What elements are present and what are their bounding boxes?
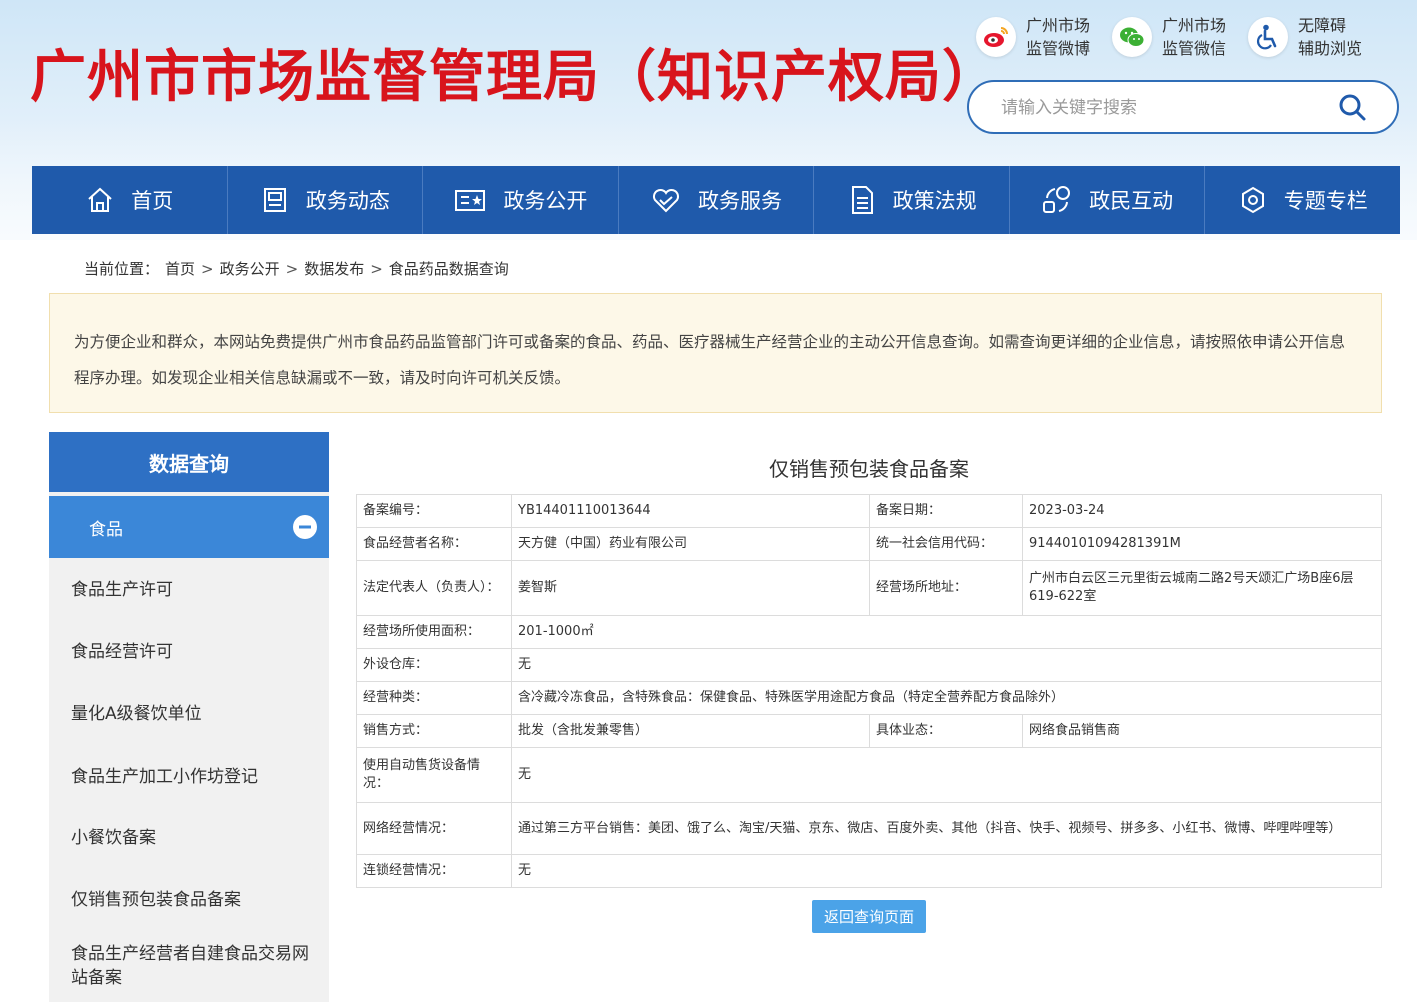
nav-item-public[interactable]: 政务公开 — [423, 166, 619, 234]
category-value: 含冷藏冷冻食品，含特殊食品：保健食品、特殊医学用途配方食品（特定全营养配方食品除… — [511, 681, 1382, 715]
nav-item-special[interactable]: 专题专栏 — [1205, 166, 1400, 234]
breadcrumb-current[interactable]: 食品药品数据查询 — [389, 258, 509, 279]
id-card-icon — [455, 190, 486, 211]
nav-label: 政民互动 — [1089, 189, 1174, 213]
breadcrumb-public[interactable]: 政务公开 — [220, 258, 280, 279]
warehouse-value: 无 — [511, 648, 1382, 682]
credit-code-value: 91440101094281391M — [1022, 527, 1382, 561]
business-type-value: 网络食品销售商 — [1022, 714, 1382, 748]
legal-rep-value: 姜智斯 — [511, 560, 870, 616]
address-value: 广州市白云区三元里街云城南二路2号天颂汇广场B座6层619-622室 — [1022, 560, 1382, 616]
nav-label: 政务服务 — [698, 189, 783, 213]
weibo-label: 广州市场 监管微博 — [1026, 16, 1091, 58]
nav-item-policy[interactable]: 政策法规 — [814, 166, 1010, 234]
heart-icon — [653, 188, 680, 213]
breadcrumb: 当前位置： 首页 > 政务公开 > 数据发布 > 食品药品数据查询 — [84, 258, 509, 279]
gear-icon — [1241, 186, 1264, 214]
nav-item-interaction[interactable]: 政民互动 — [1010, 166, 1206, 234]
nav-label: 首页 — [131, 189, 174, 213]
back-to-query-button[interactable]: 返回查询页面 — [812, 900, 926, 933]
sidebar-item-trading-website[interactable]: 食品生产经营者自建食品交易网站备案 — [71, 942, 311, 990]
nav-label: 政策法规 — [892, 189, 977, 213]
accessibility-icon — [1248, 17, 1288, 57]
address-label: 经营场所地址： — [869, 560, 1023, 616]
category-label: 经营种类： — [356, 681, 512, 715]
breadcrumb-home[interactable]: 首页 — [165, 258, 195, 279]
table-row: 经营场所使用面积： 201-1000㎡ — [356, 615, 1382, 649]
search-input[interactable] — [999, 94, 1323, 122]
breadcrumb-separator: > — [285, 259, 299, 278]
detail-title: 仅销售预包装食品备案 — [769, 457, 969, 481]
area-value: 201-1000㎡ — [511, 615, 1382, 649]
accessibility-link[interactable]: 无障碍 辅助浏览 — [1248, 12, 1374, 62]
sidebar-item-small-catering[interactable]: 小餐饮备案 — [71, 826, 311, 850]
nav-label: 政务动态 — [305, 189, 390, 213]
chain-value: 无 — [511, 854, 1382, 888]
wechat-link[interactable]: 广州市场 监管微信 — [1112, 12, 1238, 62]
sidebar-title: 数据查询 — [49, 432, 329, 492]
vending-value: 无 — [511, 747, 1382, 803]
accessibility-label: 无障碍 辅助浏览 — [1298, 16, 1363, 58]
record-no-label: 备案编号： — [356, 494, 512, 528]
detail-table: 备案编号： YB14401110013644 备案日期： 2023-03-24 … — [356, 494, 1382, 888]
breadcrumb-data[interactable]: 数据发布 — [304, 258, 364, 279]
search-icon[interactable] — [1337, 92, 1367, 122]
table-row: 经营种类： 含冷藏冷冻食品，含特殊食品：保健食品、特殊医学用途配方食品（特定全营… — [356, 681, 1382, 715]
record-no-value: YB14401110013644 — [511, 494, 870, 528]
breadcrumb-prefix: 当前位置： — [84, 260, 160, 278]
sidebar-item-prepackaged[interactable]: 仅销售预包装食品备案 — [71, 888, 311, 912]
operator-name-label: 食品经营者名称： — [356, 527, 512, 561]
warehouse-label: 外设仓库： — [356, 648, 512, 682]
vending-label: 使用自动售货设备情况： — [356, 747, 512, 803]
main-nav: 首页 政务动态 政务公开 政务服务 政策法规 政民互动 专题专栏 — [32, 166, 1400, 234]
table-row: 法定代表人（负责人）： 姜智斯 经营场所地址： 广州市白云区三元里街云城南二路2… — [356, 560, 1382, 616]
home-icon — [88, 187, 112, 212]
notice-box: 为方便企业和群众，本网站免费提供广州市食品药品监管部门许可或备案的食品、药品、医… — [49, 293, 1382, 413]
table-row: 使用自动售货设备情况： 无 — [356, 747, 1382, 803]
record-date-value: 2023-03-24 — [1022, 494, 1382, 528]
file-text-icon — [851, 186, 873, 214]
breadcrumb-separator: > — [370, 259, 383, 278]
wechat-label: 广州市场 监管微信 — [1162, 16, 1227, 58]
sidebar-item-food[interactable]: 食品 — [49, 496, 329, 558]
table-row: 备案编号： YB14401110013644 备案日期： 2023-03-24 — [356, 494, 1382, 528]
sales-mode-label: 销售方式： — [356, 714, 512, 748]
credit-code-label: 统一社会信用代码： — [869, 527, 1023, 561]
table-row: 网络经营情况： 通过第三方平台销售：美团、饿了么、淘宝/天猫、京东、微店、百度外… — [356, 802, 1382, 855]
legal-rep-label: 法定代表人（负责人）： — [356, 560, 512, 616]
business-type-label: 具体业态： — [869, 714, 1023, 748]
online-value: 通过第三方平台销售：美团、饿了么、淘宝/天猫、京东、微店、百度外卖、其他（抖音、… — [511, 802, 1382, 855]
table-row: 销售方式： 批发（含批发兼零售） 具体业态： 网络食品销售商 — [356, 714, 1382, 748]
weibo-link[interactable]: 广州市场 监管微博 — [976, 12, 1102, 62]
nav-item-service[interactable]: 政务服务 — [619, 166, 815, 234]
document-box-icon — [263, 188, 286, 212]
notice-text: 为方便企业和群众，本网站免费提供广州市食品药品监管部门许可或备案的食品、药品、医… — [74, 333, 1346, 387]
online-label: 网络经营情况： — [356, 802, 512, 855]
sidebar-item-production-license[interactable]: 食品生产许可 — [71, 578, 311, 602]
nav-label: 专题专栏 — [1283, 189, 1368, 213]
collapse-icon[interactable] — [293, 515, 317, 539]
sidebar-item-workshop-registration[interactable]: 食品生产加工小作坊登记 — [71, 765, 311, 789]
operator-name-value: 天方健（中国）药业有限公司 — [511, 527, 870, 561]
chain-label: 连锁经营情况： — [356, 854, 512, 888]
wechat-icon — [1112, 17, 1152, 57]
table-row: 连锁经营情况： 无 — [356, 854, 1382, 888]
site-title[interactable]: 广州市市场监督管理局（知识产权局） — [30, 32, 999, 113]
search-bar — [967, 80, 1399, 134]
breadcrumb-separator: > — [201, 259, 214, 278]
sidebar-active-label: 食品 — [89, 519, 123, 540]
nav-item-news[interactable]: 政务动态 — [228, 166, 424, 234]
sidebar-item-a-level-catering[interactable]: 量化A级餐饮单位 — [71, 702, 311, 726]
weibo-icon — [976, 17, 1016, 57]
table-row: 食品经营者名称： 天方健（中国）药业有限公司 统一社会信用代码： 9144010… — [356, 527, 1382, 561]
sales-mode-value: 批发（含批发兼零售） — [511, 714, 870, 748]
nav-label: 政务公开 — [503, 189, 588, 213]
interaction-icon — [1043, 186, 1071, 213]
sidebar-item-operation-license[interactable]: 食品经营许可 — [71, 640, 311, 664]
nav-item-home[interactable]: 首页 — [32, 166, 228, 234]
record-date-label: 备案日期： — [869, 494, 1023, 528]
sidebar: 数据查询 食品 食品生产许可 食品经营许可 量化A级餐饮单位 食品生产加工小作坊… — [49, 432, 329, 1002]
area-label: 经营场所使用面积： — [356, 615, 512, 649]
table-row: 外设仓库： 无 — [356, 648, 1382, 682]
